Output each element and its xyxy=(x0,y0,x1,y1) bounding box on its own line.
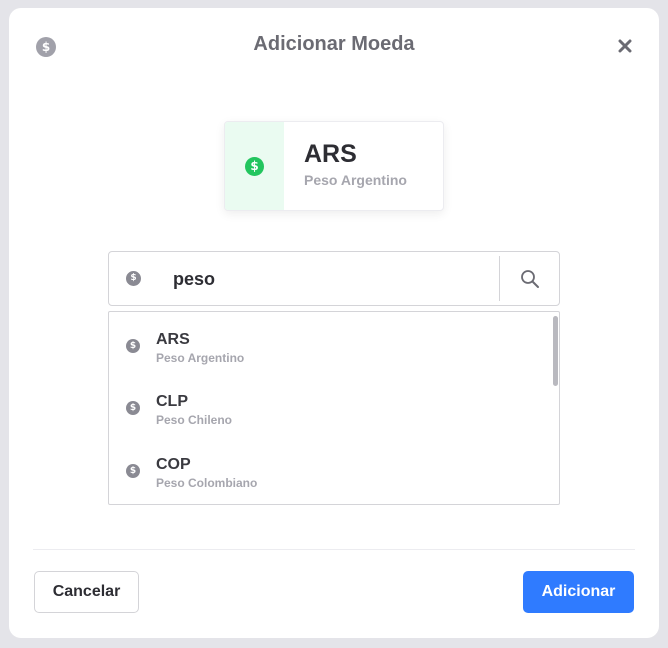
cancel-button[interactable]: Cancelar xyxy=(34,571,139,613)
footer-divider xyxy=(33,549,635,550)
close-icon[interactable] xyxy=(615,36,635,56)
result-name: Peso Argentino xyxy=(156,351,245,365)
search-icon xyxy=(521,269,539,288)
result-code: ARS xyxy=(156,331,190,348)
selected-currency-code: ARS xyxy=(304,140,357,168)
dollar-coin-icon: $ xyxy=(126,339,140,353)
add-currency-modal: $ Adicionar Moeda $ ARS Peso Argentino $ xyxy=(9,8,659,638)
results-scrollbar[interactable] xyxy=(553,316,558,386)
dollar-sign: $ xyxy=(130,273,137,283)
search-button[interactable] xyxy=(500,252,560,305)
list-item[interactable]: $ ARS Peso Argentino xyxy=(109,318,549,374)
currency-search-input[interactable] xyxy=(173,264,493,294)
selected-currency-icon-box: $ xyxy=(225,122,284,210)
result-name: Peso Colombiano xyxy=(156,476,258,490)
currency-results-list[interactable]: $ ARS Peso Argentino $ CLP Peso Chileno … xyxy=(108,311,560,505)
list-item[interactable]: $ COP Peso Colombiano xyxy=(109,443,549,499)
selected-currency-card: $ ARS Peso Argentino xyxy=(224,121,444,211)
selected-currency-name: Peso Argentino xyxy=(304,172,407,188)
dollar-sign: $ xyxy=(129,340,137,351)
dollar-coin-icon: $ xyxy=(126,401,140,415)
currency-search-box: $ xyxy=(108,251,560,306)
dollar-coin-icon: $ xyxy=(245,156,264,176)
result-name: Peso Chileno xyxy=(156,413,233,427)
modal-title: Adicionar Moeda xyxy=(253,33,415,55)
dollar-sign: $ xyxy=(250,159,259,173)
add-button[interactable]: Adicionar xyxy=(523,571,634,613)
dollar-coin-icon: $ xyxy=(126,464,140,478)
dollar-sign: $ xyxy=(129,465,137,476)
result-code: CLP xyxy=(156,393,188,410)
dollar-sign: $ xyxy=(129,402,137,413)
list-item[interactable]: $ CLP Peso Chileno xyxy=(109,380,549,436)
result-code: COP xyxy=(156,456,191,473)
dollar-coin-icon: $ xyxy=(126,271,141,286)
